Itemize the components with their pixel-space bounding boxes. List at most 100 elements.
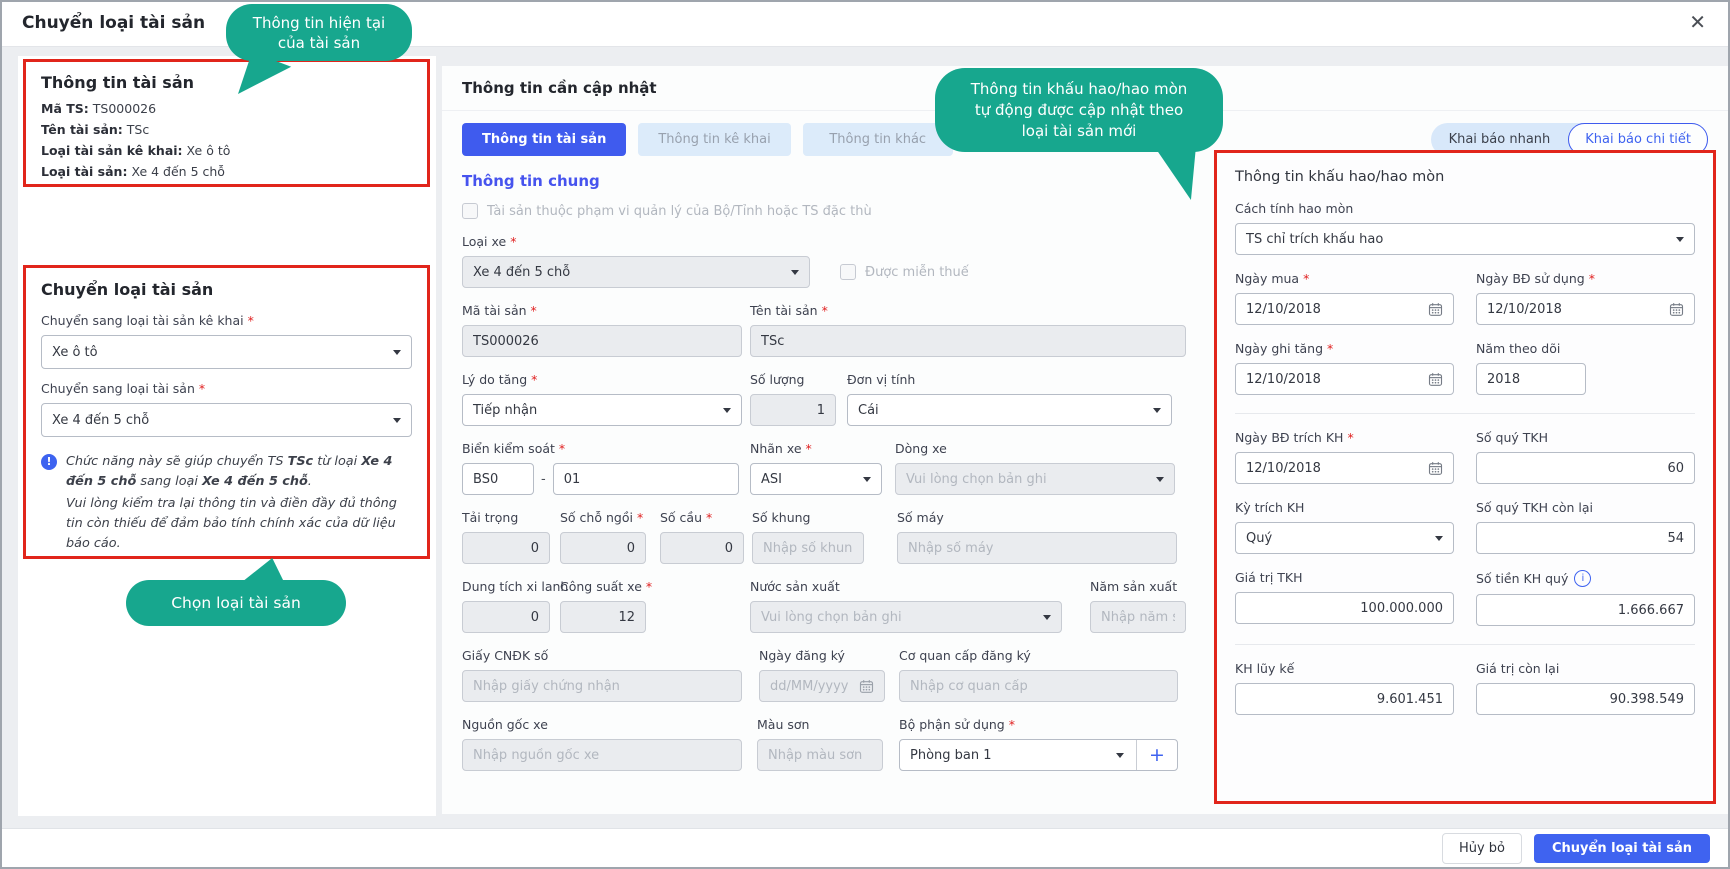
depreciation-title: Thông tin khấu hao/hao mòn xyxy=(1235,169,1695,185)
chevron-down-icon xyxy=(1676,237,1684,242)
cach-tinh-hao-mon-select[interactable]: TS chỉ trích khấu hao xyxy=(1235,223,1695,255)
so-may-input xyxy=(897,532,1177,564)
asset-info-row: Loại tài sản:Xe 4 đến 5 chỗ xyxy=(41,162,412,181)
field-label: Ngày BĐ sử dụng xyxy=(1476,271,1585,286)
nhan-xe-select[interactable]: ASI xyxy=(750,463,882,495)
don-vi-tinh-select[interactable]: Cái xyxy=(847,394,1172,426)
required-marker: * xyxy=(1327,341,1333,356)
divider xyxy=(1235,644,1695,645)
tai-trong-input xyxy=(462,532,550,564)
chevron-down-icon xyxy=(723,408,731,413)
field-so-tien-kh-quy: Số tiền KH quýi xyxy=(1476,570,1695,626)
field-label: Giá trị TKH xyxy=(1235,570,1303,585)
chevron-down-icon xyxy=(1153,408,1161,413)
field-don-vi-tinh: Đơn vị tính Cái xyxy=(847,372,1172,426)
field-label: Số chỗ ngồi xyxy=(560,510,633,525)
field-nguon-goc: Nguồn gốc xe xyxy=(462,717,742,771)
general-form: Loại xe* Xe 4 đến 5 chỗ Được miễn thuế M… xyxy=(462,234,1186,771)
field-label: Số máy xyxy=(897,510,944,525)
field-so-khung: Số khung xyxy=(752,510,864,564)
ngay-bd-su-dung-input[interactable]: 12/10/2018 xyxy=(1476,293,1695,325)
ngay-bd-trich-kh-input[interactable]: 12/10/2018 xyxy=(1235,452,1454,484)
asset-type-label: Chuyển sang loại tài sản* xyxy=(41,381,412,396)
calendar-icon xyxy=(1428,461,1443,476)
field-ly-do-tang: Lý do tăng* Tiếp nhận xyxy=(462,372,742,426)
add-department-button[interactable]: + xyxy=(1137,744,1177,766)
field-gia-tri-con-lai: Giá trị còn lại xyxy=(1476,661,1695,715)
declare-type-select[interactable]: Xe ô tô xyxy=(41,335,412,369)
chevron-down-icon xyxy=(1043,615,1051,620)
tax-checkbox xyxy=(840,264,856,280)
field-nam-theo-doi: Năm theo dõi xyxy=(1476,341,1695,395)
tab-thong-tin-khac[interactable]: Thông tin khác xyxy=(803,123,953,156)
field-value: 12/10/2018 xyxy=(1487,302,1562,317)
selected-value: Xe ô tô xyxy=(52,345,98,360)
field-kh-luy-ke: KH lũy kế xyxy=(1235,661,1454,715)
nam-theo-doi-input xyxy=(1476,363,1586,395)
field-label: Bộ phận sử dụng xyxy=(899,717,1005,732)
field-value: Xe ô tô xyxy=(187,143,231,158)
ly-do-tang-select[interactable]: Tiếp nhận xyxy=(462,394,742,426)
so-quy-tkh-input xyxy=(1476,452,1695,484)
field-label: Số cầu xyxy=(660,510,702,525)
field-label: Công suất xe xyxy=(560,579,642,594)
bien-so-suffix-input[interactable] xyxy=(553,463,739,495)
required-marker: * xyxy=(806,441,812,456)
so-tien-kh-quy-input xyxy=(1476,594,1695,626)
selected-value: TS chỉ trích khấu hao xyxy=(1246,232,1383,247)
gia-tri-con-lai-input xyxy=(1476,683,1695,715)
selected-value: Xe 4 đến 5 chỗ xyxy=(473,265,570,280)
bien-so-prefix-input[interactable] xyxy=(462,463,534,495)
declare-type-label: Chuyển sang loại tài sản kê khai* xyxy=(41,313,412,328)
calendar-icon xyxy=(1428,302,1443,317)
ngay-dang-ky-input: dd/MM/yyyy xyxy=(759,670,885,702)
chevron-down-icon xyxy=(393,418,401,423)
ky-trich-kh-select[interactable]: Quý xyxy=(1235,522,1454,554)
ten-tai-san-input xyxy=(750,325,1186,357)
field-cong-suat: Công suất xe* xyxy=(560,579,646,633)
field-label: Kỳ trích KH xyxy=(1235,500,1304,515)
selected-value: Phòng ban 1 xyxy=(910,748,992,763)
left-sidebar: Thông tin tài sản Mã TS:TS000026 Tên tài… xyxy=(18,56,436,816)
field-label: Số lượng xyxy=(750,372,804,387)
tab-bar: Thông tin tài sản Thông tin kê khai Thôn… xyxy=(462,123,953,156)
ngay-mua-input[interactable]: 12/10/2018 xyxy=(1235,293,1454,325)
placeholder-text: Vui lòng chọn bản ghi xyxy=(761,610,902,625)
bo-phan-su-dung-select[interactable]: Phòng ban 1 + xyxy=(899,739,1178,771)
asset-type-select[interactable]: Xe 4 đến 5 chỗ xyxy=(41,403,412,437)
field-nuoc-san-xuat: Nước sản xuất Vui lòng chọn bản ghi xyxy=(750,579,1062,633)
tab-thong-tin-tai-san[interactable]: Thông tin tài sản xyxy=(462,123,626,156)
field-bien-kiem-soat: Biển kiểm soát* - xyxy=(462,441,742,495)
field-label: Năm theo dõi xyxy=(1476,341,1560,356)
cong-suat-input xyxy=(560,601,646,633)
field-so-cho-ngoi: Số chỗ ngồi* xyxy=(560,510,646,564)
field-label: Nước sản xuất xyxy=(750,579,840,594)
transfer-note: ! Chức năng này sẽ giúp chuyển TS TSc từ… xyxy=(41,452,412,554)
tab-thong-tin-ke-khai[interactable]: Thông tin kê khai xyxy=(638,123,790,156)
general-info-heading: Thông tin chung xyxy=(462,172,600,190)
field-so-may: Số máy xyxy=(897,510,1177,564)
calendar-icon xyxy=(1428,372,1443,387)
field-value: TSc xyxy=(127,122,149,137)
depreciation-panel: Thông tin khấu hao/hao mòn Cách tính hao… xyxy=(1214,150,1716,804)
required-marker: * xyxy=(531,372,537,387)
nam-san-xuat-input xyxy=(1090,601,1186,633)
submit-transfer-button[interactable]: Chuyển loại tài sản xyxy=(1534,834,1710,863)
transfer-box-title: Chuyển loại tài sản xyxy=(41,280,412,299)
field-label: Biển kiểm soát xyxy=(462,441,555,456)
field-label: Cách tính hao mòn xyxy=(1235,201,1695,216)
callout-choose-type: Chọn loại tài sản xyxy=(126,580,346,626)
required-marker: * xyxy=(1347,430,1353,445)
field-nam-san-xuat: Năm sản xuất xyxy=(1090,579,1186,633)
ngay-ghi-tang-input[interactable]: 12/10/2018 xyxy=(1235,363,1454,395)
close-icon[interactable]: ✕ xyxy=(1689,10,1706,34)
chevron-down-icon xyxy=(393,350,401,355)
cancel-button[interactable]: Hủy bỏ xyxy=(1442,833,1522,864)
mode-quick-button[interactable]: Khai báo nhanh xyxy=(1431,132,1569,147)
info-icon: i xyxy=(1574,570,1591,587)
note-line-2: Vui lòng kiểm tra lại thông tin và điền … xyxy=(66,494,412,554)
callout-depreciation-auto: Thông tin khấu hao/hao mòn tự động được … xyxy=(935,68,1223,152)
field-label: Đơn vị tính xyxy=(847,372,915,387)
field-label: Dung tích xi lanh xyxy=(462,579,568,594)
co-quan-cap-input xyxy=(899,670,1178,702)
